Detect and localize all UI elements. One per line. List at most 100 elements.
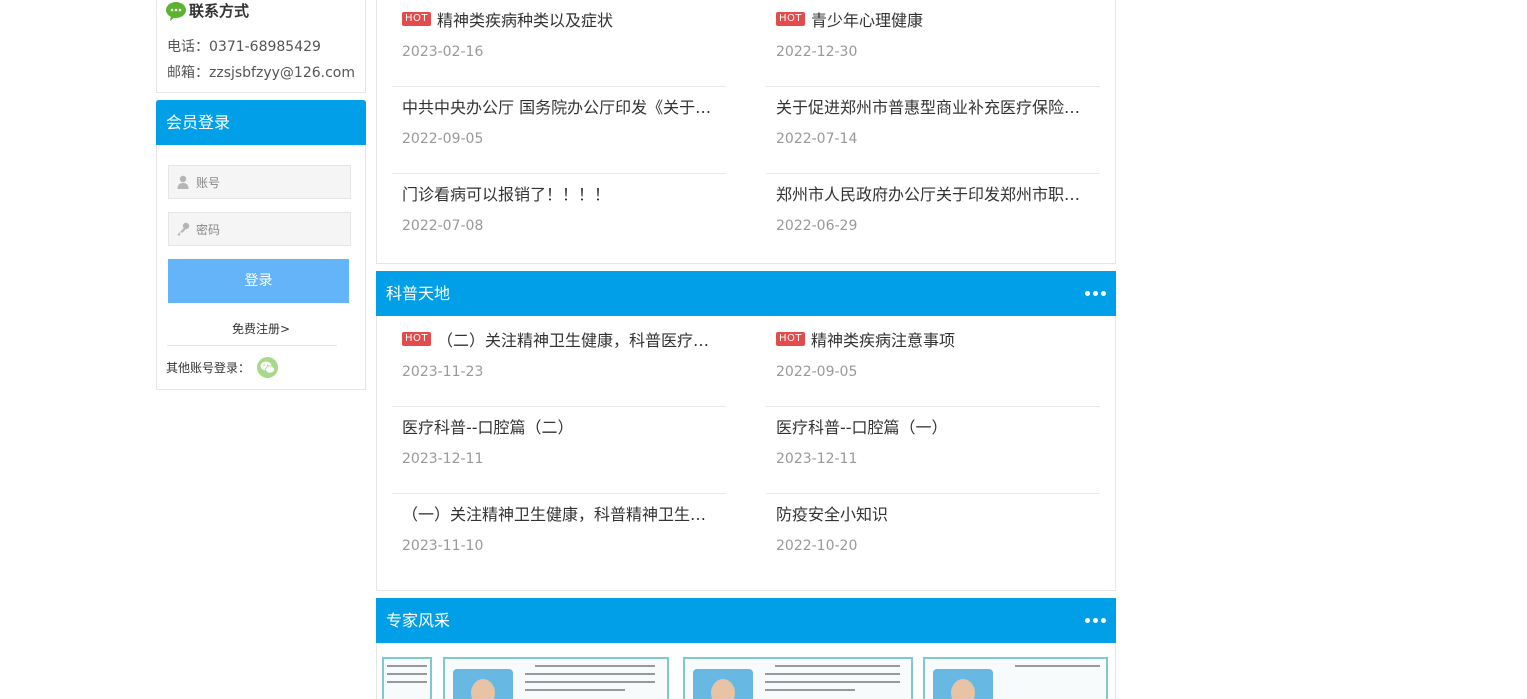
hot-badge: HOT xyxy=(402,332,431,346)
expert-photo xyxy=(933,669,993,699)
news-title: HOT 精神类疾病种类以及症状 xyxy=(402,7,722,31)
news-title-text: 中共中央办公厅 国务院办公厅印发《关于加强… xyxy=(402,98,722,117)
expert-text-decor xyxy=(387,673,427,675)
experts-panel-title: 专家风采 xyxy=(386,611,451,630)
news-title: 医疗科普--口腔篇（一） xyxy=(776,414,1096,438)
news-title-text: 医疗科普--口腔篇（二） xyxy=(402,418,574,437)
news-title: 门诊看病可以报销了！！！！ xyxy=(402,181,722,205)
expert-text-decor xyxy=(525,673,655,675)
contact-email: 邮箱：zzsjsbfzyy@126.com xyxy=(167,65,355,81)
news-panel-top: HOT 精神类疾病种类以及症状 2023-02-16 HOT 青少年心理健康 2… xyxy=(376,0,1116,264)
account-input[interactable]: 账号 xyxy=(168,165,351,199)
register-link[interactable]: 免费注册> xyxy=(157,320,365,337)
other-login-label: 其他账号登录： xyxy=(166,361,251,375)
news-item[interactable]: HOT （二）关注精神卫生健康，科普医疗知识… 2023-11-23 xyxy=(392,320,726,407)
news-date: 2023-11-10 xyxy=(402,538,484,554)
contact-title-label: 联系方式 xyxy=(189,2,250,20)
news-title-text: 门诊看病可以报销了！！！！ xyxy=(402,185,611,204)
expert-face xyxy=(951,679,975,699)
news-date: 2022-06-29 xyxy=(776,218,858,234)
science-panel-header: 科普天地 xyxy=(376,271,1116,316)
news-title: 防疫安全小知识 xyxy=(776,501,1096,525)
news-item[interactable]: HOT 青少年心理健康 2022-12-30 xyxy=(766,0,1100,87)
science-more-button[interactable] xyxy=(1085,271,1106,316)
more-dot-icon xyxy=(1093,618,1098,623)
news-date: 2022-07-14 xyxy=(776,131,858,147)
science-panel: HOT （二）关注精神卫生健康，科普医疗知识… 2023-11-23 HOT 精… xyxy=(376,316,1116,591)
login-box: 会员登录 账号 密码 登录 免费注册> 其他账号登录： xyxy=(156,100,366,390)
expert-text-decor xyxy=(1015,665,1100,667)
news-title-text: 郑州市人民政府办公厅关于印发郑州市职工基… xyxy=(776,185,1096,204)
news-title-text: 防疫安全小知识 xyxy=(776,505,889,524)
news-date: 2022-09-05 xyxy=(402,131,484,147)
wechat-login-button[interactable] xyxy=(257,357,279,378)
expert-text-decor xyxy=(765,681,900,683)
expert-card[interactable] xyxy=(683,657,913,699)
expert-photo xyxy=(693,669,753,699)
news-item[interactable]: 郑州市人民政府办公厅关于印发郑州市职工基… 2022-06-29 xyxy=(766,174,1100,261)
news-item[interactable]: 医疗科普--口腔篇（一） 2023-12-11 xyxy=(766,407,1100,494)
news-date: 2023-11-23 xyxy=(402,364,484,380)
news-title: 郑州市人民政府办公厅关于印发郑州市职工基… xyxy=(776,181,1096,205)
expert-photo xyxy=(453,669,513,699)
science-panel-title: 科普天地 xyxy=(386,284,451,303)
news-title-text: 精神类疾病注意事项 xyxy=(811,331,956,350)
news-title-text: （二）关注精神卫生健康，科普医疗知识… xyxy=(437,331,722,350)
login-divider xyxy=(167,345,337,346)
experts-carousel xyxy=(376,643,1116,699)
expert-text-decor xyxy=(535,665,655,667)
news-title: 关于促进郑州市普惠型商业补充医疗保险发展… xyxy=(776,94,1096,118)
expert-card[interactable] xyxy=(923,657,1108,699)
experts-panel-header: 专家风采 xyxy=(376,598,1116,643)
more-dot-icon xyxy=(1085,291,1090,296)
news-title-text: 青少年心理健康 xyxy=(811,11,924,30)
news-title-text: 医疗科普--口腔篇（一） xyxy=(776,418,948,437)
news-item[interactable]: 门诊看病可以报销了！！！！ 2022-07-08 xyxy=(392,174,726,261)
news-date: 2023-12-11 xyxy=(402,451,484,467)
news-date: 2022-12-30 xyxy=(776,44,858,60)
news-title: 中共中央办公厅 国务院办公厅印发《关于加强… xyxy=(402,94,722,118)
news-date: 2022-09-05 xyxy=(776,364,858,380)
key-icon xyxy=(177,222,190,236)
news-item[interactable]: （一）关注精神卫生健康，科普精神卫生知识… 2023-11-10 xyxy=(392,494,726,581)
news-title: HOT （二）关注精神卫生健康，科普医疗知识… xyxy=(402,327,722,351)
news-title: （一）关注精神卫生健康，科普精神卫生知识… xyxy=(402,501,722,525)
news-item[interactable]: HOT 精神类疾病注意事项 2022-09-05 xyxy=(766,320,1100,407)
expert-card[interactable] xyxy=(382,657,432,699)
news-item[interactable]: 关于促进郑州市普惠型商业补充医疗保险发展… 2022-07-14 xyxy=(766,87,1100,174)
contact-title: 联系方式 xyxy=(165,0,249,21)
news-item[interactable]: 中共中央办公厅 国务院办公厅印发《关于加强… 2022-09-05 xyxy=(392,87,726,174)
hot-badge: HOT xyxy=(402,12,431,26)
news-date: 2022-07-08 xyxy=(402,218,484,234)
expert-face xyxy=(471,679,495,699)
news-title-text: （一）关注精神卫生健康，科普精神卫生知识… xyxy=(402,505,722,524)
expert-text-decor xyxy=(525,681,655,683)
expert-text-decor xyxy=(765,689,855,691)
hot-badge: HOT xyxy=(776,332,805,346)
news-item[interactable]: 防疫安全小知识 2022-10-20 xyxy=(766,494,1100,581)
experts-more-button[interactable] xyxy=(1085,598,1106,643)
wechat-icon xyxy=(260,361,275,374)
expert-text-decor xyxy=(525,689,625,691)
password-placeholder: 密码 xyxy=(196,222,221,237)
expert-card[interactable] xyxy=(443,657,669,699)
login-button[interactable]: 登录 xyxy=(168,259,349,303)
login-title: 会员登录 xyxy=(156,100,366,145)
user-icon xyxy=(177,175,189,189)
more-dot-icon xyxy=(1093,291,1098,296)
news-title: HOT 精神类疾病注意事项 xyxy=(776,327,1096,351)
more-dot-icon xyxy=(1101,291,1106,296)
expert-text-decor xyxy=(775,665,900,667)
password-input[interactable]: 密码 xyxy=(168,212,351,246)
contact-box: 联系方式 电话：0371-68985429 邮箱：zzsjsbfzyy@126.… xyxy=(156,0,366,93)
news-title: HOT 青少年心理健康 xyxy=(776,7,1096,31)
chat-bubble-icon xyxy=(166,1,186,21)
news-date: 2023-02-16 xyxy=(402,44,484,60)
expert-text-decor xyxy=(765,673,900,675)
news-title-text: 精神类疾病种类以及症状 xyxy=(437,11,614,30)
news-item[interactable]: 医疗科普--口腔篇（二） 2023-12-11 xyxy=(392,407,726,494)
news-title: 医疗科普--口腔篇（二） xyxy=(402,414,722,438)
news-date: 2023-12-11 xyxy=(776,451,858,467)
news-item[interactable]: HOT 精神类疾病种类以及症状 2023-02-16 xyxy=(392,0,726,87)
more-dot-icon xyxy=(1101,618,1106,623)
